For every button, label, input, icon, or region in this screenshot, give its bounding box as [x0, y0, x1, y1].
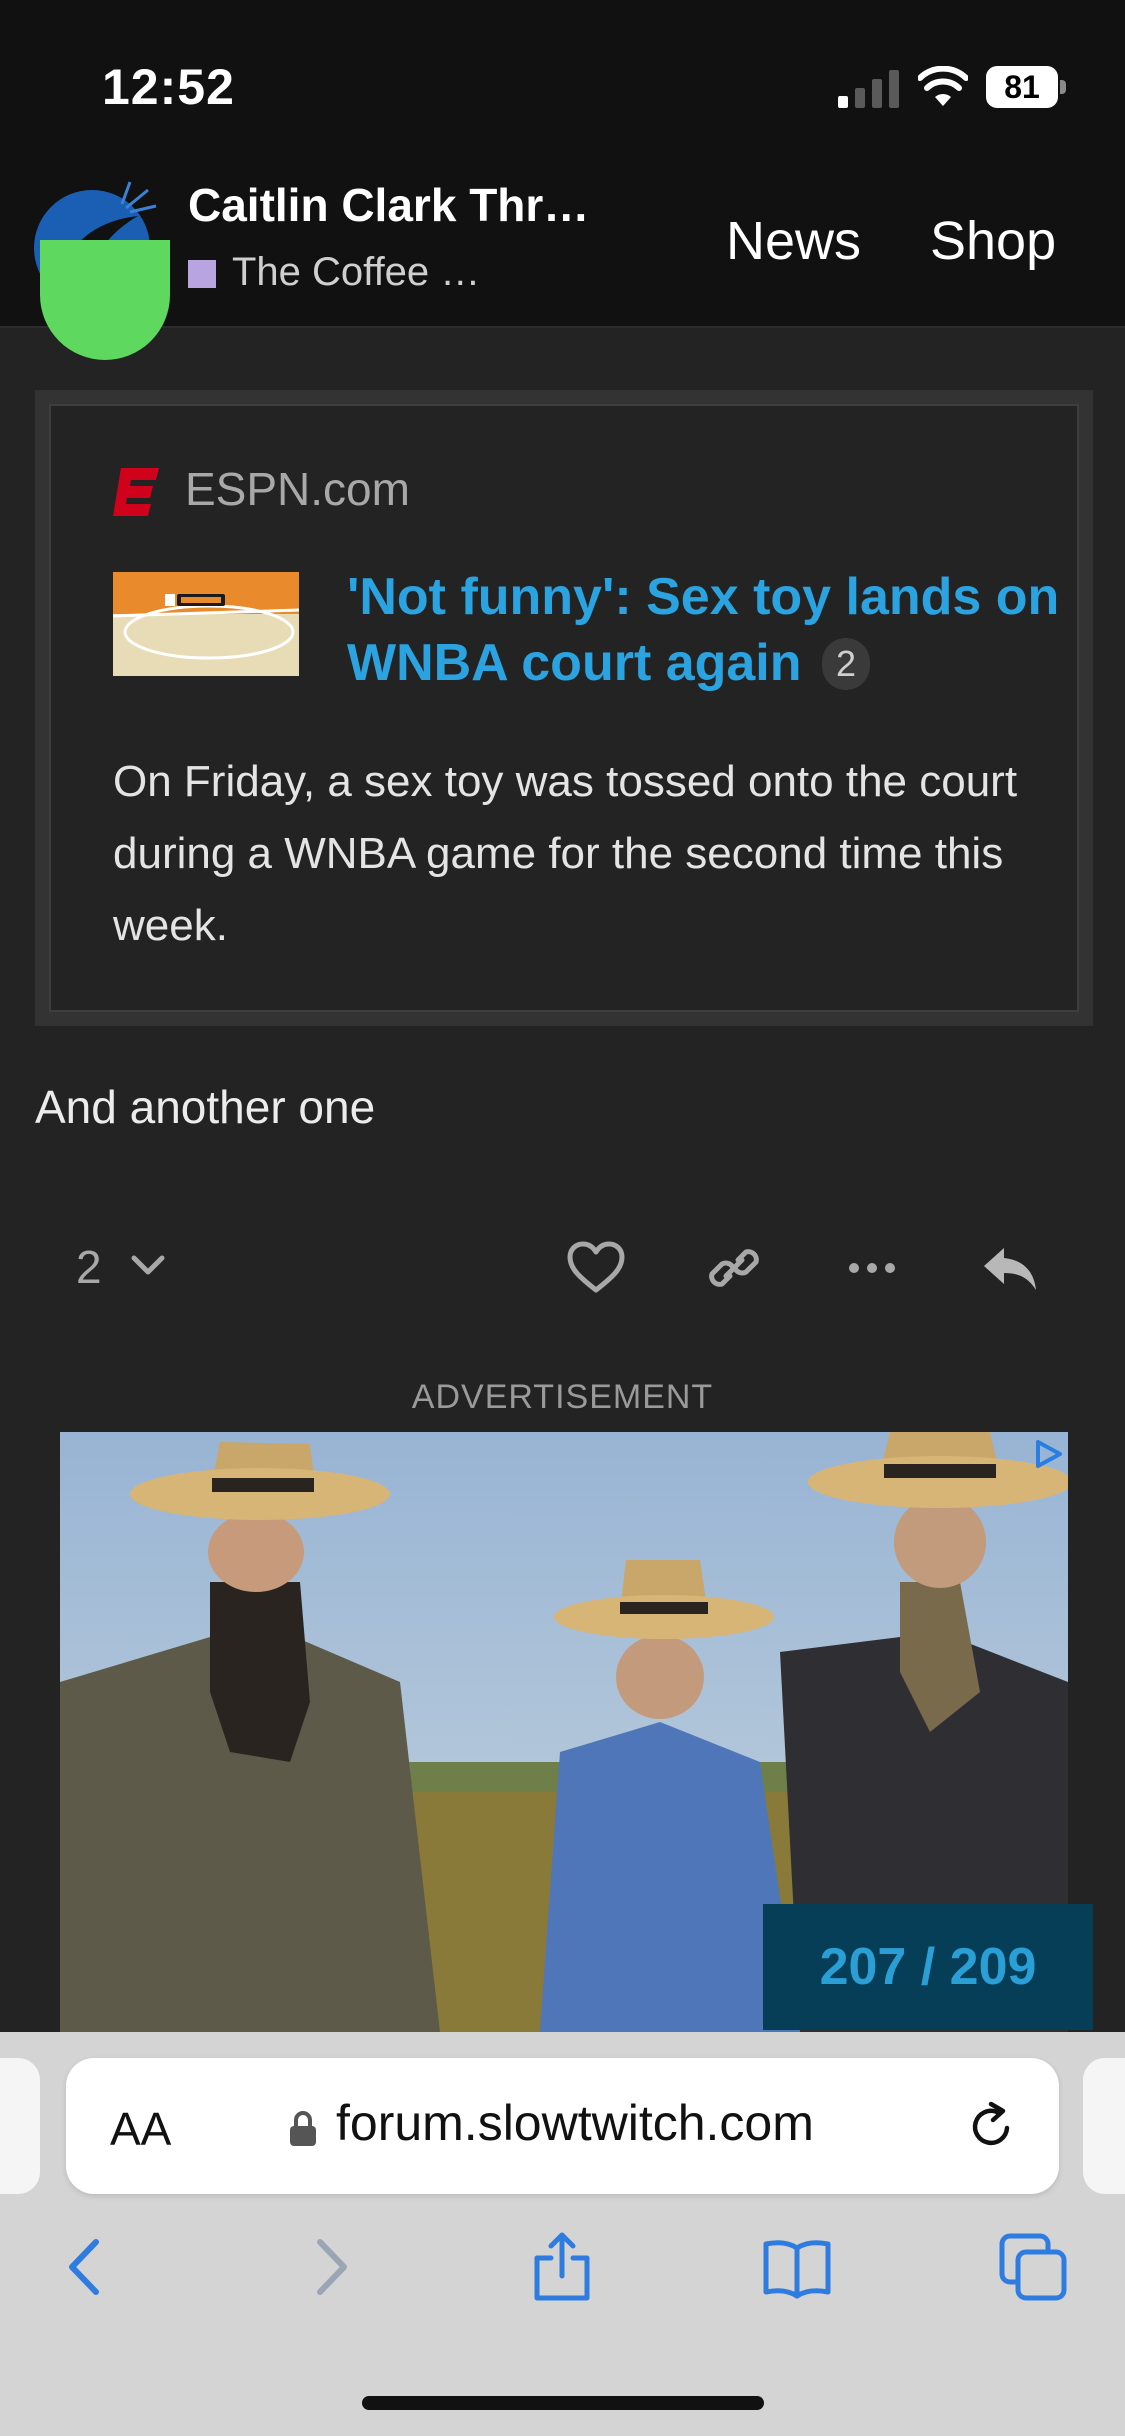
bookmarks-icon[interactable] — [762, 2232, 832, 2302]
next-tab-preview[interactable] — [1083, 2058, 1125, 2194]
address-bar[interactable]: AA forum.slowtwitch.com — [66, 2058, 1059, 2194]
thread-title[interactable]: Caitlin Clark Thr… — [188, 178, 628, 232]
post-progress-indicator[interactable]: 207 / 209 — [763, 1904, 1093, 2030]
nav-news-link[interactable]: News — [726, 210, 861, 272]
article-excerpt: On Friday, a sex toy was tossed onto the… — [113, 757, 1018, 950]
more-icon[interactable] — [840, 1236, 904, 1300]
click-count-badge: 2 — [821, 638, 871, 690]
forward-icon[interactable] — [294, 2232, 364, 2302]
back-icon[interactable] — [52, 2232, 122, 2302]
lock-icon — [290, 2111, 316, 2146]
like-count[interactable]: 2 — [76, 1240, 102, 1294]
status-time: 12:52 — [102, 59, 235, 115]
source-name[interactable]: ESPN.com — [185, 462, 410, 516]
tabs-icon[interactable] — [998, 2232, 1068, 2302]
text-size-button[interactable]: AA — [110, 2102, 171, 2156]
browser-toolbar: AA forum.slowtwitch.com — [0, 2032, 1125, 2436]
link-icon[interactable] — [702, 1236, 766, 1300]
reply-icon[interactable] — [978, 1236, 1042, 1300]
avatar[interactable] — [40, 240, 170, 360]
post-body: And another one — [35, 1081, 376, 1133]
reload-icon[interactable] — [963, 2098, 1019, 2154]
battery-level: 81 — [1004, 69, 1040, 105]
chevron-down-icon[interactable] — [128, 1250, 168, 1280]
category-badge — [188, 260, 216, 288]
battery-icon: 81 — [986, 66, 1066, 108]
previous-tab-preview[interactable] — [0, 2058, 40, 2194]
article-thumbnail[interactable] — [113, 572, 299, 676]
post-progress-text: 207 / 209 — [819, 1938, 1037, 1996]
advertisement-label: ADVERTISEMENT — [411, 1378, 714, 1416]
status-bar: 12:52 81 — [0, 0, 1125, 170]
link-preview-card: ESPN.com 'Not funny': Sex toy lands on W… — [35, 390, 1093, 1026]
category-name[interactable]: The Coffee … — [232, 250, 480, 295]
share-icon[interactable] — [527, 2232, 597, 2302]
url-text[interactable]: forum.slowtwitch.com — [336, 2094, 814, 2152]
espn-icon — [113, 468, 159, 516]
article-title-link[interactable]: 'Not funny': Sex toy lands on WNBA court… — [347, 564, 1067, 696]
article-title-text[interactable]: 'Not funny': Sex toy lands on WNBA court… — [347, 568, 1059, 692]
home-indicator — [362, 2396, 764, 2410]
nav-shop-link[interactable]: Shop — [930, 210, 1056, 272]
heart-icon[interactable] — [564, 1236, 628, 1300]
cellular-signal-icon — [838, 70, 899, 108]
adchoices-icon[interactable] — [1030, 1436, 1066, 1472]
wifi-icon — [918, 66, 968, 106]
